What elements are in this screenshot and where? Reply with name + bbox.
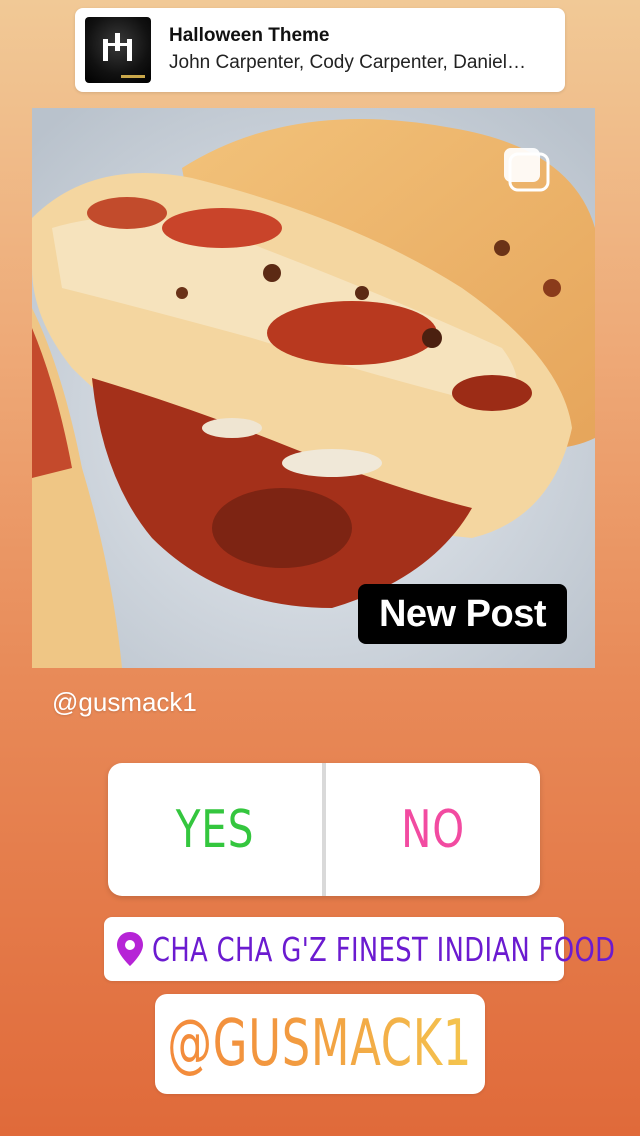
poll-divider (322, 763, 326, 896)
poll-sticker: YES NO (108, 763, 540, 896)
mention-sticker[interactable]: @GUSMACK1 (155, 994, 485, 1094)
poll-option-no[interactable]: NO (350, 763, 517, 896)
album-art (85, 17, 151, 83)
poll-option-yes[interactable]: YES (132, 763, 299, 896)
location-pin-icon (117, 932, 143, 966)
location-label: CHA CHA G'Z FINEST INDIAN FOOD (152, 929, 616, 969)
music-title: Halloween Theme (169, 25, 330, 46)
location-sticker[interactable]: CHA CHA G'Z FINEST INDIAN FOOD (104, 917, 615, 981)
multiple-posts-icon (504, 148, 552, 194)
music-sticker[interactable]: Halloween Theme John Carpenter, Cody Car… (75, 8, 565, 92)
mention-sticker-label: @GUSMACK1 (167, 1007, 473, 1081)
new-post-badge: New Post (358, 584, 567, 644)
music-artists: John Carpenter, Cody Carpenter, Daniel… (169, 52, 526, 73)
mention-caption[interactable]: @gusmack1 (52, 686, 197, 718)
